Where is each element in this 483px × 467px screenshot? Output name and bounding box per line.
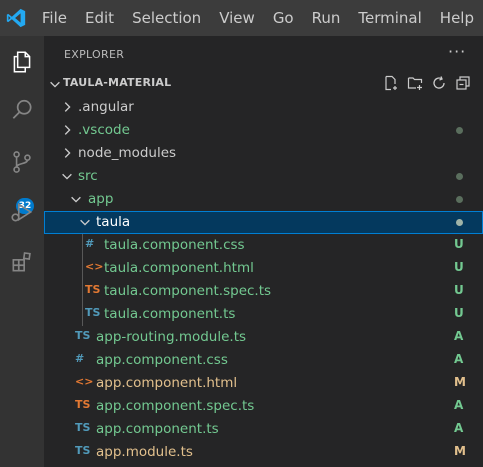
- html-file-icon: <>: [75, 375, 94, 388]
- tree-item-label: app: [88, 191, 114, 207]
- menu-bar: File Edit Selection View Go Run Terminal…: [0, 0, 483, 36]
- extensions-icon[interactable]: [0, 240, 44, 284]
- workspace-title: TAULA-MATERIAL: [63, 76, 172, 89]
- chevron-right-icon: [60, 100, 74, 118]
- tree-folder-row[interactable]: taula: [44, 211, 483, 234]
- git-changes-dot: [456, 127, 463, 134]
- menu-selection[interactable]: Selection: [123, 0, 210, 36]
- git-status-badge: M: [454, 375, 466, 389]
- tree-file-row[interactable]: TS app.module.ts M: [44, 441, 483, 464]
- tree-item-label: app.component.spec.ts: [96, 398, 255, 414]
- tree-item-label: taula.component.html: [104, 260, 254, 276]
- chevron-right-icon: [60, 146, 74, 164]
- typescript-file-icon: TS: [75, 329, 91, 342]
- tree-item-label: app.component.html: [96, 375, 238, 391]
- tree-item-label: app.module.ts: [96, 444, 193, 460]
- tree-file-row[interactable]: # taula.component.css U: [44, 234, 483, 257]
- git-status-badge: M: [454, 444, 466, 458]
- chevron-down-icon: [60, 169, 74, 187]
- tree-item-label: app.component.ts: [96, 421, 219, 437]
- collapse-all-icon[interactable]: [454, 75, 472, 91]
- run-debug-icon[interactable]: [0, 190, 44, 234]
- workspace-section-header[interactable]: TAULA-MATERIAL: [44, 72, 483, 94]
- git-status-badge: A: [454, 329, 464, 343]
- typescript-file-icon: TS: [85, 306, 101, 319]
- tree-item-label: .vscode: [78, 122, 130, 138]
- tree-file-row[interactable]: TS app.component.spec.ts A: [44, 395, 483, 418]
- git-status-badge: A: [454, 398, 464, 412]
- tree-file-row[interactable]: TS taula.component.spec.ts U: [44, 280, 483, 303]
- menu-run[interactable]: Run: [303, 0, 350, 36]
- tree-item-label: taula.component.ts: [104, 306, 236, 322]
- tree-item-label: src: [78, 168, 98, 184]
- new-folder-icon[interactable]: [406, 75, 424, 91]
- tree-folder-row[interactable]: .vscode: [44, 119, 483, 142]
- tree-file-row[interactable]: TS taula.component.ts U: [44, 303, 483, 326]
- css-file-icon: #: [75, 352, 85, 365]
- tree-file-row[interactable]: TS app-routing.module.ts A: [44, 326, 483, 349]
- typescript-file-icon: TS: [75, 444, 91, 457]
- tree-item-label: taula: [96, 214, 131, 230]
- git-status-badge: U: [454, 260, 464, 274]
- tree-item-label: taula.component.css: [104, 237, 245, 253]
- tree-item-label: app-routing.module.ts: [96, 329, 247, 345]
- chevron-down-icon: [78, 215, 92, 233]
- menu-terminal[interactable]: Terminal: [349, 0, 430, 36]
- git-changes-dot: [456, 219, 463, 226]
- typescript-spec-file-icon: TS: [75, 398, 91, 411]
- vscode-logo-icon: [0, 0, 33, 36]
- new-file-icon[interactable]: [382, 75, 400, 91]
- git-status-badge: A: [454, 352, 464, 366]
- search-icon[interactable]: [0, 88, 44, 132]
- tree-file-row[interactable]: <> taula.component.html U: [44, 257, 483, 280]
- menu-file[interactable]: File: [33, 0, 76, 36]
- activity-bar: 32: [0, 36, 44, 467]
- tree-file-row[interactable]: <> app.component.html M: [44, 372, 483, 395]
- section-actions: [382, 75, 472, 91]
- menu-go[interactable]: Go: [264, 0, 303, 36]
- tree-file-row[interactable]: # app.component.css A: [44, 349, 483, 372]
- indent-guide: [82, 234, 83, 326]
- tree-folder-row[interactable]: app: [44, 188, 483, 211]
- chevron-right-icon: [60, 123, 74, 141]
- tree-folder-row[interactable]: .angular: [44, 96, 483, 119]
- tree-item-label: node_modules: [78, 145, 177, 161]
- chevron-down-icon: [48, 76, 62, 95]
- more-actions-icon[interactable]: ···: [448, 42, 466, 61]
- chevron-down-icon: [69, 192, 83, 210]
- git-status-badge: A: [454, 421, 464, 435]
- tree-file-row[interactable]: TS app.component.ts A: [44, 418, 483, 441]
- tree-folder-row[interactable]: src: [44, 165, 483, 188]
- git-status-badge: U: [454, 283, 464, 297]
- source-control-icon[interactable]: [0, 140, 44, 184]
- html-file-icon: <>: [85, 260, 104, 273]
- tree-item-label: .angular: [78, 99, 134, 115]
- tree-folder-row[interactable]: node_modules: [44, 142, 483, 165]
- menu-view[interactable]: View: [210, 0, 264, 36]
- explorer-sidebar: EXPLORER ··· TAULA-MATERIAL .angular .vsc…: [44, 36, 483, 467]
- explorer-title: EXPLORER: [64, 48, 125, 61]
- git-status-badge: U: [454, 306, 464, 320]
- git-changes-dot: [456, 173, 463, 180]
- git-changes-dot: [456, 196, 463, 203]
- explorer-icon[interactable]: [0, 40, 44, 84]
- typescript-spec-file-icon: TS: [85, 283, 101, 296]
- css-file-icon: #: [85, 237, 95, 250]
- tree-item-label: taula.component.spec.ts: [104, 283, 272, 299]
- tree-item-label: app.component.css: [96, 352, 228, 368]
- refresh-icon[interactable]: [430, 75, 448, 91]
- typescript-file-icon: TS: [75, 421, 91, 434]
- menu-help[interactable]: Help: [431, 0, 483, 36]
- menu-edit[interactable]: Edit: [76, 0, 123, 36]
- git-status-badge: U: [454, 237, 464, 251]
